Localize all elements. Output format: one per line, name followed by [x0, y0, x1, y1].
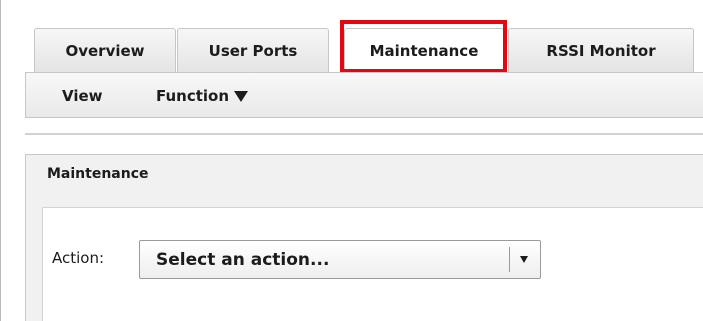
view-menu[interactable]: View	[62, 73, 103, 119]
action-select[interactable]: Select an action...	[139, 240, 541, 279]
tab-rssi-monitor[interactable]: RSSI Monitor	[508, 28, 694, 72]
view-menu-label: View	[62, 87, 103, 105]
function-menu-label: Function	[156, 87, 230, 105]
tab-maintenance[interactable]: Maintenance	[344, 28, 504, 73]
chevron-down-icon[interactable]	[520, 256, 528, 263]
panel-title: Maintenance	[47, 166, 149, 182]
tab-rssi-monitor-label: RSSI Monitor	[546, 41, 656, 60]
action-label: Action:	[52, 249, 105, 267]
tab-user-ports[interactable]: User Ports	[177, 28, 329, 72]
triangle-down-icon	[234, 90, 249, 102]
tab-bar: Overview User Ports Maintenance RSSI Mon…	[34, 25, 703, 73]
tab-user-ports-label: User Ports	[208, 41, 298, 60]
tab-overview[interactable]: Overview	[34, 28, 176, 72]
tab-maintenance-label: Maintenance	[369, 42, 479, 60]
sub-toolbar: View Function	[25, 72, 703, 118]
section-divider	[25, 133, 703, 135]
panel-body: Action: Select an action...	[42, 207, 703, 321]
tab-overview-label: Overview	[65, 41, 145, 60]
app-frame: Overview User Ports Maintenance RSSI Mon…	[0, 0, 703, 321]
action-select-value: Select an action...	[156, 250, 330, 270]
function-menu[interactable]: Function	[156, 73, 249, 119]
select-separator	[509, 247, 510, 272]
maintenance-panel: Maintenance Action: Select an action...	[25, 154, 703, 321]
